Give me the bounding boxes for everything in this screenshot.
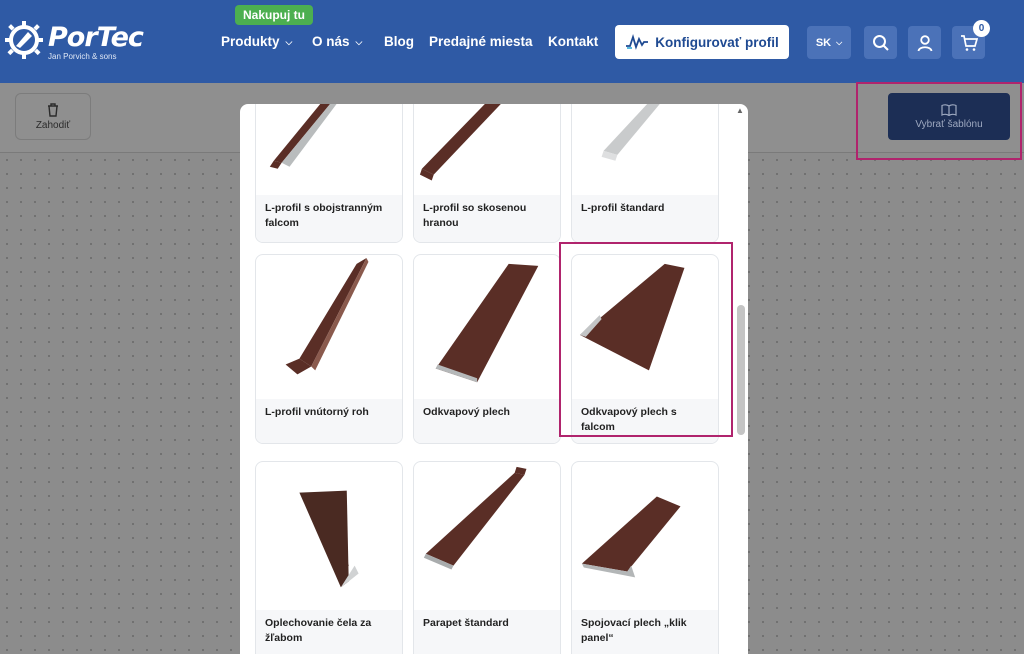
scroll-up-arrow-icon[interactable]: ▲ [736, 106, 744, 115]
product-image-icon [419, 104, 501, 181]
gear-logo-icon [5, 21, 43, 59]
highlight-box [559, 242, 733, 437]
template-card-label: Spojovací plech „klik panel“ [572, 610, 718, 654]
template-card[interactable]: L-profil vnútorný roh [255, 254, 403, 444]
template-card[interactable]: Parapet štandard [413, 461, 561, 654]
template-card-label: L-profil so skosenou hranou [414, 195, 560, 242]
profile-edge [311, 257, 369, 371]
product-image-icon [423, 466, 527, 570]
profile-face [421, 104, 501, 175]
product-image-icon [581, 496, 681, 578]
template-card[interactable]: Odkvapový plech [413, 254, 561, 444]
search-button[interactable] [864, 26, 897, 59]
profile-face [581, 496, 681, 572]
nav-item-produkty[interactable]: Produkty ⌵ [221, 34, 292, 49]
user-icon [917, 34, 932, 51]
trash-icon [48, 103, 58, 117]
product-image-icon [601, 104, 660, 161]
cart-count-badge: 0 [973, 20, 990, 37]
product-image-icon [269, 104, 337, 169]
nav-item-label: Produkty [221, 34, 280, 49]
profile-face [435, 263, 539, 383]
template-card[interactable]: Spojovací plech „klik panel“ [571, 461, 719, 654]
profile-face [603, 104, 660, 155]
logo-tagline: Jan Porvich & sons [48, 52, 117, 61]
template-card[interactable]: L-profil s obojstranným falcom [255, 104, 403, 243]
template-card-label: Odkvapový plech [414, 399, 560, 443]
nav-item-predajne-miesta[interactable]: Predajné miesta [429, 34, 533, 49]
discard-label: Zahodiť [35, 120, 71, 131]
nav-item-label: Blog [384, 34, 414, 49]
nav-item-blog[interactable]: Blog [384, 34, 414, 49]
profile-face [425, 472, 525, 566]
product-image-icon [285, 257, 369, 375]
search-icon [872, 34, 889, 51]
profile-edge [281, 104, 337, 167]
nav-item-kontakt[interactable]: Kontakt [548, 34, 598, 49]
nav-item-label: O nás [312, 34, 350, 49]
template-card[interactable]: Oplechovanie čela za žľabom [255, 461, 403, 654]
language-select[interactable]: SK ⌵ [807, 26, 851, 59]
template-card[interactable]: L-profil štandard [571, 104, 719, 243]
shop-badge[interactable]: Nakupuj tu [235, 5, 313, 25]
scrollbar-thumb[interactable] [737, 305, 745, 435]
product-image-icon [435, 263, 539, 383]
profile-face [299, 257, 367, 367]
logo[interactable]: PorTec Jan Porvich & sons [4, 20, 144, 64]
template-card-label: Parapet štandard [414, 610, 560, 654]
chevron-down-icon: ⌵ [836, 37, 843, 47]
configure-profile-button[interactable]: Konfigurovať profil [615, 25, 789, 59]
product-image-icon [299, 490, 359, 588]
language-value: SK [815, 36, 832, 49]
configure-profile-label: Konfigurovať profil [655, 34, 779, 50]
discard-button[interactable]: Zahodiť [15, 93, 91, 140]
template-card[interactable]: L-profil so skosenou hranou [413, 104, 561, 243]
template-card-label: L-profil s obojstranným falcom [256, 195, 402, 242]
template-card-label: Oplechovanie čela za žľabom [256, 610, 402, 654]
site-header: PorTec Jan Porvich & sons Nakupuj tu Pro… [0, 0, 1024, 83]
highlight-box [856, 82, 1022, 160]
nav-item-label: Predajné miesta [429, 34, 533, 49]
template-card-label: L-profil štandard [572, 195, 718, 242]
nav-item-label: Kontakt [548, 34, 599, 49]
nav-item-o-nas[interactable]: O nás ⌵ [312, 34, 362, 49]
template-card-label: L-profil vnútorný roh [256, 399, 402, 443]
profile-wave-icon [626, 34, 649, 50]
cart-icon [960, 34, 978, 51]
account-button[interactable] [908, 26, 941, 59]
chevron-down-icon: ⌵ [285, 37, 293, 47]
logo-text: PorTec [48, 22, 144, 53]
chevron-down-icon: ⌵ [355, 37, 363, 47]
